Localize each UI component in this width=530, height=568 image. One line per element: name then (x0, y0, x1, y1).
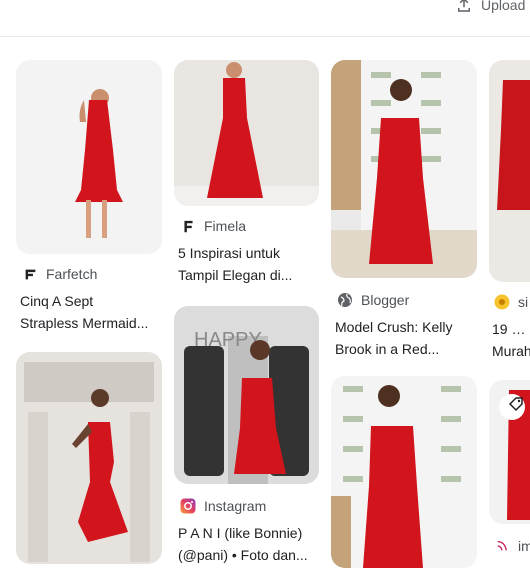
source-label: si (518, 294, 529, 310)
result-image-fimela[interactable] (174, 60, 319, 206)
title-line: Murah (492, 343, 530, 359)
result-source-blogger[interactable]: Blogger (337, 292, 409, 308)
sun-favicon-icon (494, 294, 510, 310)
result-image-6[interactable] (331, 376, 477, 568)
title-line: 5 Inspirasi untuk (178, 245, 280, 261)
result-image-4[interactable] (16, 352, 162, 564)
result-image-farfetch[interactable] (16, 60, 162, 254)
upload-button[interactable]: Upload (455, 0, 525, 14)
fimela-logo-icon (180, 218, 196, 234)
result-title-blogger[interactable]: Model Crush: Kelly Brook in a Red... (335, 316, 475, 360)
title-line: P A N I (like Bonnie) (178, 525, 303, 541)
source-label: im (518, 538, 530, 554)
upload-icon (458, 0, 470, 12)
result-image-instagram[interactable]: HAPPY (174, 306, 319, 484)
result-source-si[interactable]: si (494, 294, 528, 310)
result-image-si[interactable] (489, 60, 530, 282)
result-source-farfetch[interactable]: Farfetch (22, 266, 97, 282)
source-label: Fimela (204, 218, 247, 234)
source-label: Blogger (361, 292, 410, 308)
source-label: Farfetch (46, 266, 98, 282)
source-label: Instagram (204, 498, 267, 514)
title-line: Tampil Elegan di... (178, 267, 293, 283)
title-line: Model Crush: Kelly (335, 319, 453, 335)
upload-label: Upload (481, 0, 526, 13)
result-title-instagram[interactable]: P A N I (like Bonnie) (@pani) • Foto dan… (178, 522, 318, 566)
result-title-fimela[interactable]: 5 Inspirasi untuk Tampil Elegan di... (178, 242, 318, 286)
title-line: Cinq A Sept (20, 293, 94, 309)
tag-icon[interactable] (508, 396, 528, 416)
globe-icon (337, 292, 353, 308)
title-line: (@pani) • Foto dan... (178, 547, 308, 563)
top-bar: Upload (0, 0, 530, 37)
result-source-fimela[interactable]: Fimela (180, 218, 246, 234)
title-line: 19 Ban (492, 321, 530, 337)
result-title-farfetch[interactable]: Cinq A Sept Strapless Mermaid... (20, 290, 160, 334)
result-source-im[interactable]: im (494, 538, 530, 554)
title-line: Strapless Mermaid... (20, 315, 149, 331)
instagram-icon (180, 498, 196, 514)
title-line: Brook in a Red... (335, 341, 440, 357)
result-source-instagram[interactable]: Instagram (180, 498, 266, 514)
im-favicon-icon (494, 538, 510, 554)
result-image-blogger[interactable] (331, 60, 477, 278)
result-title-si[interactable]: 19 Ban Murah (492, 318, 530, 362)
farfetch-logo-icon (22, 266, 38, 282)
